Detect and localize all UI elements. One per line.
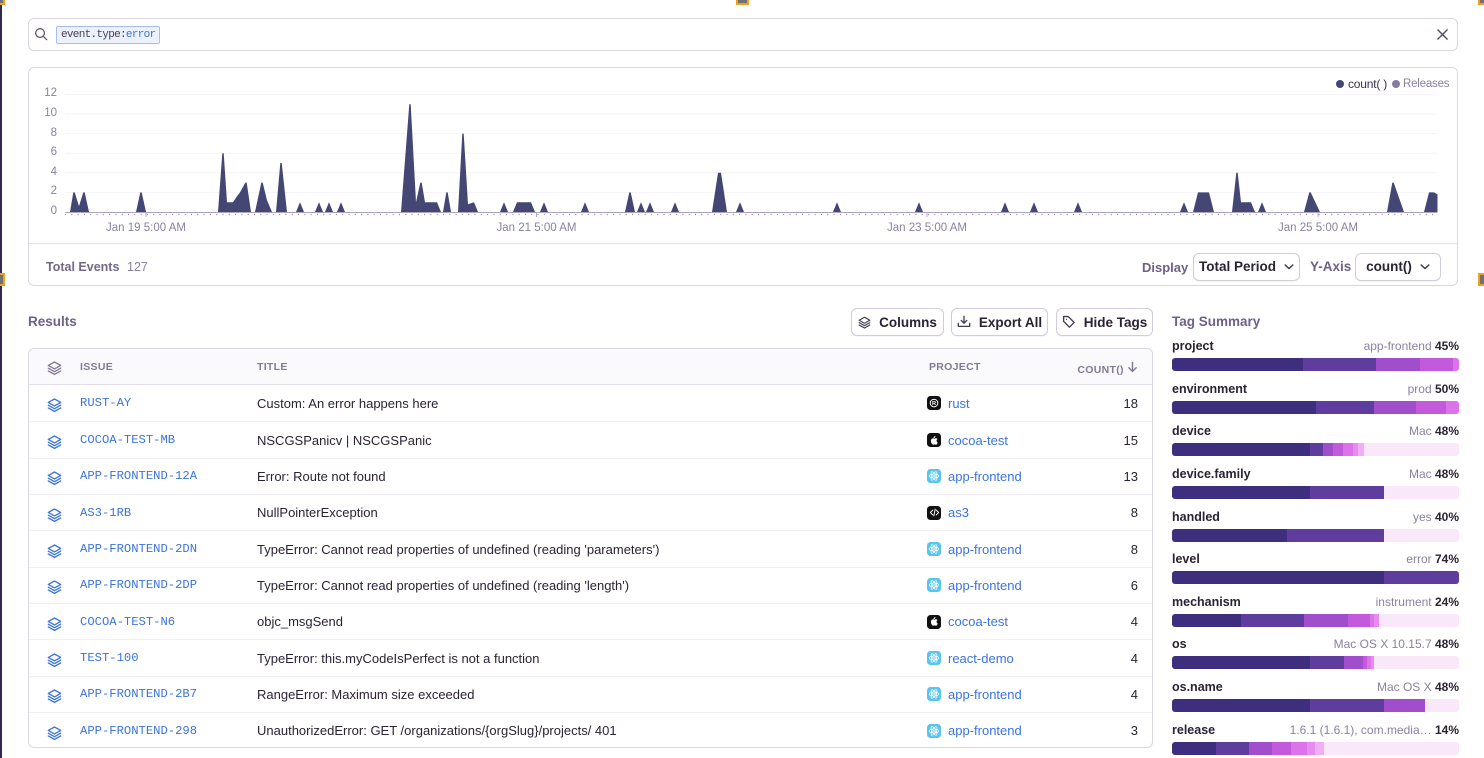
svg-text:R: R [932,401,936,407]
